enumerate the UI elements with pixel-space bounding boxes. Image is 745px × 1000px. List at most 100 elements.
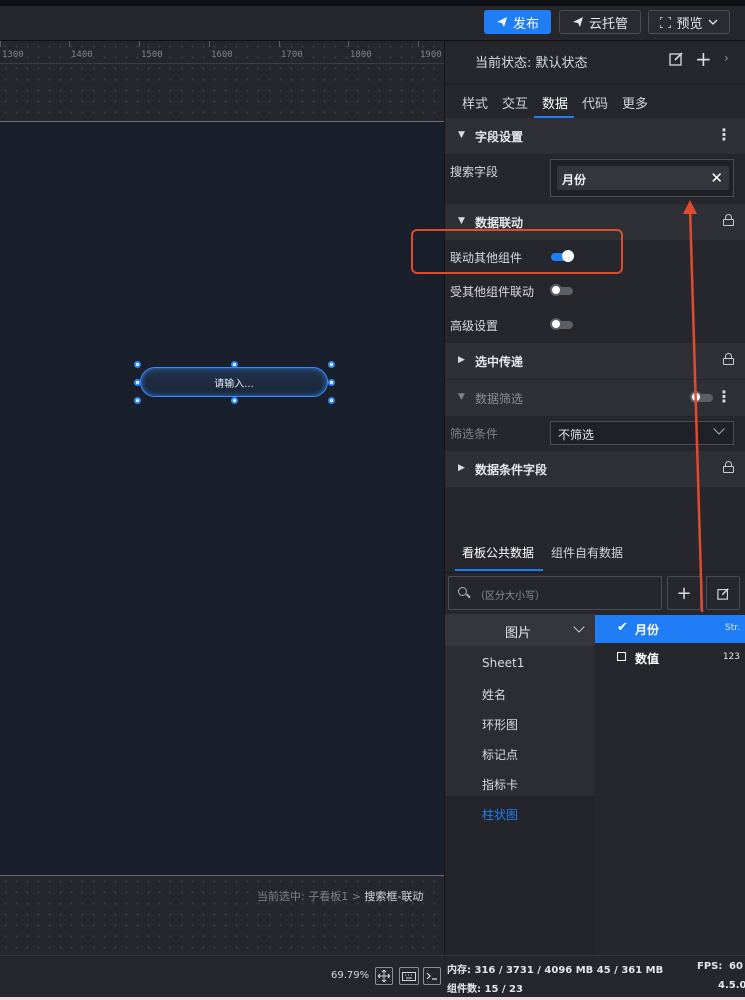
search-field-label: 搜索字段	[450, 165, 499, 179]
resize-handle[interactable]	[328, 397, 335, 404]
field-type: 123	[722, 652, 740, 662]
add-data-button[interactable]: +	[667, 576, 701, 610]
lock-icon[interactable]	[723, 214, 734, 226]
resize-handle[interactable]	[134, 397, 141, 404]
field-item[interactable]: 数值 123	[595, 644, 745, 672]
section-title: 字段设置	[475, 130, 524, 144]
component-state[interactable]: 当前状态: 默认状态	[475, 52, 588, 71]
caret-right-icon: ▶	[458, 463, 465, 473]
publish-button[interactable]: 发布	[484, 10, 551, 34]
resize-handle[interactable]	[231, 397, 238, 404]
ruler-label: 1500	[141, 50, 163, 60]
edit-icon[interactable]	[669, 51, 684, 70]
tab-component-own-data[interactable]: 组件自有数据	[551, 544, 623, 561]
tab-style[interactable]: 样式	[462, 93, 488, 112]
component-count: 组件数: 15 / 23	[447, 984, 523, 995]
data-source-tabs: 看板公共数据 组件自有数据	[445, 536, 745, 573]
filter-condition-select[interactable]: 不筛选	[550, 421, 734, 445]
caret-down-icon: ▼	[458, 392, 465, 402]
tab-data[interactable]: 数据	[542, 93, 568, 112]
more-options-icon[interactable]: ⋮	[716, 387, 732, 406]
checkbox-icon[interactable]	[617, 652, 626, 661]
lock-icon[interactable]	[723, 461, 734, 473]
chevron-down-icon	[573, 621, 585, 633]
resize-handle[interactable]	[134, 361, 141, 368]
tab-more[interactable]: 更多	[622, 93, 648, 112]
app-version: 4.5.0	[718, 980, 745, 991]
search-icon	[458, 587, 467, 596]
keyboard-icon[interactable]	[399, 967, 419, 985]
selected-search-component[interactable]: 请输入...	[134, 361, 335, 404]
state-label: 当前状态:	[475, 56, 532, 71]
data-filter-toggle[interactable]	[690, 391, 713, 403]
linked-by-others-toggle[interactable]	[550, 284, 573, 296]
breadcrumb-current[interactable]: 搜索框-联动	[364, 890, 423, 903]
cloud-host-button[interactable]: 云托管	[559, 10, 641, 34]
chevron-down-icon	[713, 423, 725, 435]
search-field-select[interactable]: 月份 ✕	[550, 159, 734, 197]
advanced-settings-toggle[interactable]	[550, 318, 573, 330]
source-item[interactable]: Sheet1	[482, 656, 524, 670]
dashboard-board[interactable]	[0, 121, 444, 876]
source-item-active[interactable]: 柱状图	[482, 806, 518, 823]
field-name: 数值	[635, 652, 660, 666]
more-options-icon[interactable]: ⋮	[716, 125, 732, 144]
publish-label: 发布	[512, 16, 539, 32]
source-group-label: 图片	[505, 626, 532, 641]
top-toolbar: 发布 云托管 预览	[0, 6, 745, 41]
tab-interaction[interactable]: 交互	[502, 93, 528, 112]
source-group-header[interactable]: 图片	[445, 614, 595, 646]
canvas-area[interactable]: 1300 1400 1500 1600 1700 1800 1900	[0, 41, 444, 955]
resize-handle[interactable]	[328, 361, 335, 368]
fps-label: FPS:	[697, 961, 723, 972]
ruler-label: 1700	[281, 50, 303, 60]
section-data-filter[interactable]: ▼ 数据筛选 ⋮	[445, 380, 745, 416]
cloud-host-label: 云托管	[588, 16, 628, 32]
data-search-input[interactable]: （区分大小写）	[448, 576, 662, 610]
source-item[interactable]: 姓名	[482, 686, 506, 703]
fit-screen-icon[interactable]	[375, 967, 393, 985]
resize-handle[interactable]	[134, 379, 141, 386]
canvas-status-bar: 69.79%	[0, 955, 444, 998]
caret-down-icon: ▼	[458, 130, 465, 140]
send-icon	[496, 17, 507, 27]
ruler-label: 1300	[2, 50, 24, 60]
field-list: ✔ 月份 Str. 数值 123	[595, 614, 745, 955]
search-input-component[interactable]: 请输入...	[140, 367, 328, 397]
source-item[interactable]: 指标卡	[482, 776, 518, 793]
fps-value: 60	[729, 961, 743, 972]
ruler-label: 1400	[71, 50, 93, 60]
lock-icon[interactable]	[723, 353, 734, 365]
chevron-right-icon[interactable]: ›	[724, 51, 729, 65]
resize-handle[interactable]	[328, 379, 335, 386]
close-icon[interactable]: ✕	[710, 169, 723, 187]
edit-data-button[interactable]	[706, 576, 740, 610]
section-field-settings[interactable]: ▼ 字段设置 ⋮	[445, 118, 745, 154]
search-field-tag: 月份 ✕	[557, 166, 729, 190]
resize-handle[interactable]	[231, 361, 238, 368]
source-list-empty-area	[445, 796, 595, 955]
app-status-bar: 内存: 316 / 3731 / 4096 MB 45 / 361 MB FPS…	[444, 955, 745, 998]
tab-board-public-data[interactable]: 看板公共数据	[462, 544, 534, 561]
add-state-icon[interactable]: +	[695, 47, 712, 71]
preview-button[interactable]: 预览	[648, 10, 730, 34]
field-item-selected[interactable]: ✔ 月份 Str.	[595, 615, 745, 643]
tab-code[interactable]: 代码	[582, 93, 608, 112]
horizontal-ruler: 1300 1400 1500 1600 1700 1800 1900	[0, 41, 444, 64]
ruler-label: 1600	[211, 50, 233, 60]
terminal-icon[interactable]	[423, 967, 441, 985]
search-field-value: 月份	[562, 173, 587, 187]
section-data-condition-fields[interactable]: ▶ 数据条件字段	[445, 451, 745, 487]
panel-tabs: 样式 交互 数据 代码 更多	[445, 84, 745, 120]
section-selection-pass[interactable]: ▶ 选中传递	[445, 343, 745, 379]
edit-icon	[716, 587, 729, 600]
source-item[interactable]: 标记点	[482, 746, 518, 763]
ruler-label: 1900	[420, 50, 442, 60]
zoom-level[interactable]: 69.79%	[331, 970, 369, 981]
filter-condition-label: 筛选条件	[450, 427, 499, 441]
source-item[interactable]: 环形图	[482, 716, 518, 733]
section-title: 数据筛选	[475, 392, 524, 406]
field-name: 月份	[635, 623, 660, 637]
chevron-down-icon	[708, 19, 717, 25]
breadcrumb-prefix: 当前选中: 子看板1 >	[257, 890, 365, 903]
